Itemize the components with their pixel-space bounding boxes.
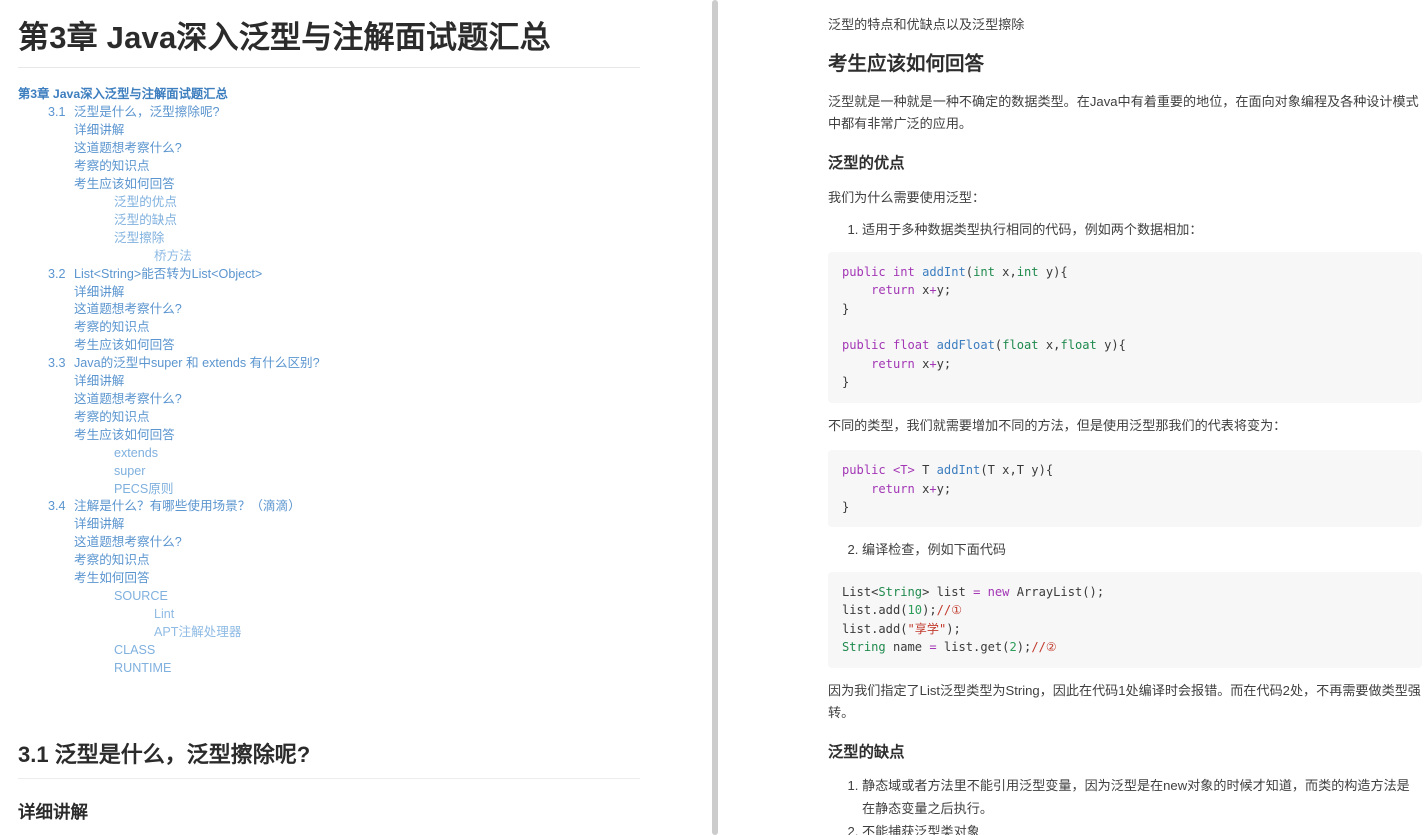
toc-item-link[interactable]: 考生应该如何回答 (74, 338, 175, 352)
toc-item[interactable]: 这道题想考察什么? (18, 534, 640, 552)
paragraph-because-string: 因为我们指定了List泛型类型为String，因此在代码1处编译时会报错。而在代… (828, 682, 1421, 721)
paragraph-generic-definition: 泛型就是一种就是一种不确定的数据类型。在Java中有着重要的地位，在面向对象编程… (828, 93, 1419, 132)
toc-section-3-1[interactable]: 3.1 泛型是什么，泛型擦除呢? (18, 104, 640, 122)
toc-item[interactable]: SOURCE (18, 588, 640, 606)
toc-section-link[interactable]: 注解是什么？有哪些使用场景？（滴滴） (74, 499, 301, 513)
list-item: 适用于多种数据类型执行相同的代码，例如两个数据相加： (862, 219, 1422, 242)
toc-item-link[interactable]: 泛型的缺点 (114, 213, 177, 227)
toc-item[interactable]: 详细讲解 (18, 516, 640, 534)
toc-item[interactable]: super (18, 463, 640, 481)
list-item: 不能捕获泛型类对象 (862, 821, 1422, 835)
toc-section-number: 3.3 (48, 356, 66, 371)
section-heading-3-1: 3.1 泛型是什么，泛型擦除呢? (18, 741, 640, 779)
list-item: 编译检查，例如下面代码 (862, 539, 1422, 562)
toc-item[interactable]: 这道题想考察什么? (18, 301, 640, 319)
toc-section-number: 3.1 (48, 105, 66, 120)
toc-item-link[interactable]: Lint (154, 607, 174, 621)
toc-item[interactable]: PECS原则 (18, 481, 640, 499)
document-viewer: 第3章 Java深入泛型与注解面试题汇总 第3章 Java深入泛型与注解面试题汇… (0, 0, 1426, 835)
toc-section-link[interactable]: 泛型是什么，泛型擦除呢? (74, 105, 220, 119)
toc-section-number: 3.2 (48, 266, 66, 281)
toc-item-link[interactable]: SOURCE (114, 589, 168, 603)
subsection-heading-detail: 详细讲解 (18, 801, 88, 822)
toc-item[interactable]: Lint (18, 606, 640, 624)
heading-generic-pros: 泛型的优点 (828, 154, 905, 172)
heading-how-to-answer: 考生应该如何回答 (828, 52, 985, 75)
toc-item[interactable]: extends (18, 445, 640, 463)
toc-root-link[interactable]: 第3章 Java深入泛型与注解面试题汇总 (18, 87, 228, 101)
toc-item-link[interactable]: 考生应该如何回答 (74, 177, 175, 191)
toc-item-link[interactable]: extends (114, 446, 158, 460)
toc-section-3-4[interactable]: 3.4 注解是什么？有哪些使用场景？（滴滴） (18, 498, 640, 516)
toc-item[interactable]: 桥方法 (18, 248, 640, 266)
toc-item-link[interactable]: 这道题想考察什么? (74, 141, 182, 155)
toc-item[interactable]: 详细讲解 (18, 284, 640, 302)
cons-list: 静态域或者方法里不能引用泛型变量，因为泛型是在new对象的时候才知道，而类的构造… (828, 775, 1422, 835)
toc-item[interactable]: RUNTIME (18, 660, 640, 678)
left-document-pane[interactable]: 第3章 Java深入泛型与注解面试题汇总 第3章 Java深入泛型与注解面试题汇… (0, 0, 722, 835)
intro-line: 泛型的特点和优缺点以及泛型擦除 (828, 17, 1025, 32)
list-item: 静态域或者方法里不能引用泛型变量，因为泛型是在new对象的时候才知道，而类的构造… (862, 775, 1422, 820)
toc-section-link[interactable]: List<String>能否转为List<Object> (74, 267, 262, 281)
right-document-pane[interactable]: 泛型的特点和优缺点以及泛型擦除 考生应该如何回答 泛型就是一种就是一种不确定的数… (722, 0, 1426, 835)
toc-item-link[interactable]: super (114, 464, 146, 478)
toc-item-link[interactable]: 泛型的优点 (114, 195, 177, 209)
toc-item[interactable]: 详细讲解 (18, 373, 640, 391)
pros-list-item-1: 适用于多种数据类型执行相同的代码，例如两个数据相加： (828, 219, 1422, 242)
code-block-generic-add-int: public <T> T addInt(T x,T y){ return x+y… (828, 450, 1422, 528)
toc-item[interactable]: 考察的知识点 (18, 409, 640, 427)
toc-item[interactable]: 详细讲解 (18, 122, 640, 140)
toc-item-link[interactable]: 考察的知识点 (74, 410, 150, 424)
toc-item-link[interactable]: 考察的知识点 (74, 159, 150, 173)
page-title: 第3章 Java深入泛型与注解面试题汇总 (18, 20, 640, 68)
toc-item-link[interactable]: 桥方法 (154, 249, 192, 263)
toc-item[interactable]: 考生应该如何回答 (18, 176, 640, 194)
toc-item-link[interactable]: 这道题想考察什么? (74, 302, 182, 316)
toc-section-3-2[interactable]: 3.2 List<String>能否转为List<Object> (18, 266, 640, 284)
toc-item-link[interactable]: 考生应该如何回答 (74, 428, 175, 442)
toc-item[interactable]: 考生应该如何回答 (18, 337, 640, 355)
toc-section-3-3[interactable]: 3.3 Java的泛型中super 和 extends 有什么区别? (18, 355, 640, 373)
toc-item-link[interactable]: 详细讲解 (74, 517, 124, 531)
paragraph-different-types: 不同的类型，我们就需要增加不同的方法，但是使用泛型那我们的代表将变为： (828, 417, 1287, 433)
toc-item-link[interactable]: 考生如何回答 (74, 571, 150, 585)
toc-item[interactable]: 泛型擦除 (18, 230, 640, 248)
heading-generic-cons: 泛型的缺点 (828, 743, 905, 761)
toc-item-link[interactable]: 详细讲解 (74, 285, 124, 299)
scrollbar-thumb[interactable] (712, 0, 718, 835)
pros-list-item-2: 编译检查，例如下面代码 (828, 539, 1422, 562)
toc-item-link[interactable]: 这道题想考察什么? (74, 535, 182, 549)
code-block-add-int-float: public int addInt(int x,int y){ return x… (828, 251, 1422, 403)
toc-section-number: 3.4 (48, 499, 66, 514)
toc-item-link[interactable]: RUNTIME (114, 661, 171, 675)
toc-item-link[interactable]: 考察的知识点 (74, 320, 150, 334)
toc-item-link[interactable]: 泛型擦除 (114, 231, 164, 245)
toc-item[interactable]: 这道题想考察什么? (18, 391, 640, 409)
toc-item[interactable]: APT注解处理器 (18, 624, 640, 642)
toc-item[interactable]: 考察的知识点 (18, 552, 640, 570)
toc-item[interactable]: 考生应该如何回答 (18, 427, 640, 445)
code-block-list-string: List<String> list = new ArrayList(); lis… (828, 571, 1422, 668)
toc-section-link[interactable]: Java的泛型中super 和 extends 有什么区别? (74, 356, 320, 370)
toc-root-entry[interactable]: 第3章 Java深入泛型与注解面试题汇总 (18, 86, 640, 104)
toc-item-link[interactable]: 这道题想考察什么? (74, 392, 182, 406)
toc-item[interactable]: CLASS (18, 642, 640, 660)
vertical-scrollbar[interactable] (708, 0, 722, 835)
paragraph-why-generics: 我们为什么需要使用泛型： (828, 189, 986, 205)
toc-item-link[interactable]: PECS原则 (114, 482, 173, 496)
table-of-contents[interactable]: 第3章 Java深入泛型与注解面试题汇总 3.1 泛型是什么，泛型擦除呢? 详细讲… (18, 86, 640, 678)
toc-item-link[interactable]: 考察的知识点 (74, 553, 150, 567)
toc-item-link[interactable]: 详细讲解 (74, 123, 124, 137)
toc-item[interactable]: 考察的知识点 (18, 158, 640, 176)
toc-item[interactable]: 考生如何回答 (18, 570, 640, 588)
toc-item[interactable]: 考察的知识点 (18, 319, 640, 337)
toc-item[interactable]: 泛型的优点 (18, 194, 640, 212)
toc-item-link[interactable]: CLASS (114, 643, 155, 657)
toc-item-link[interactable]: 详细讲解 (74, 374, 124, 388)
toc-item[interactable]: 泛型的缺点 (18, 212, 640, 230)
toc-item-link[interactable]: APT注解处理器 (154, 625, 241, 639)
toc-item[interactable]: 这道题想考察什么? (18, 140, 640, 158)
